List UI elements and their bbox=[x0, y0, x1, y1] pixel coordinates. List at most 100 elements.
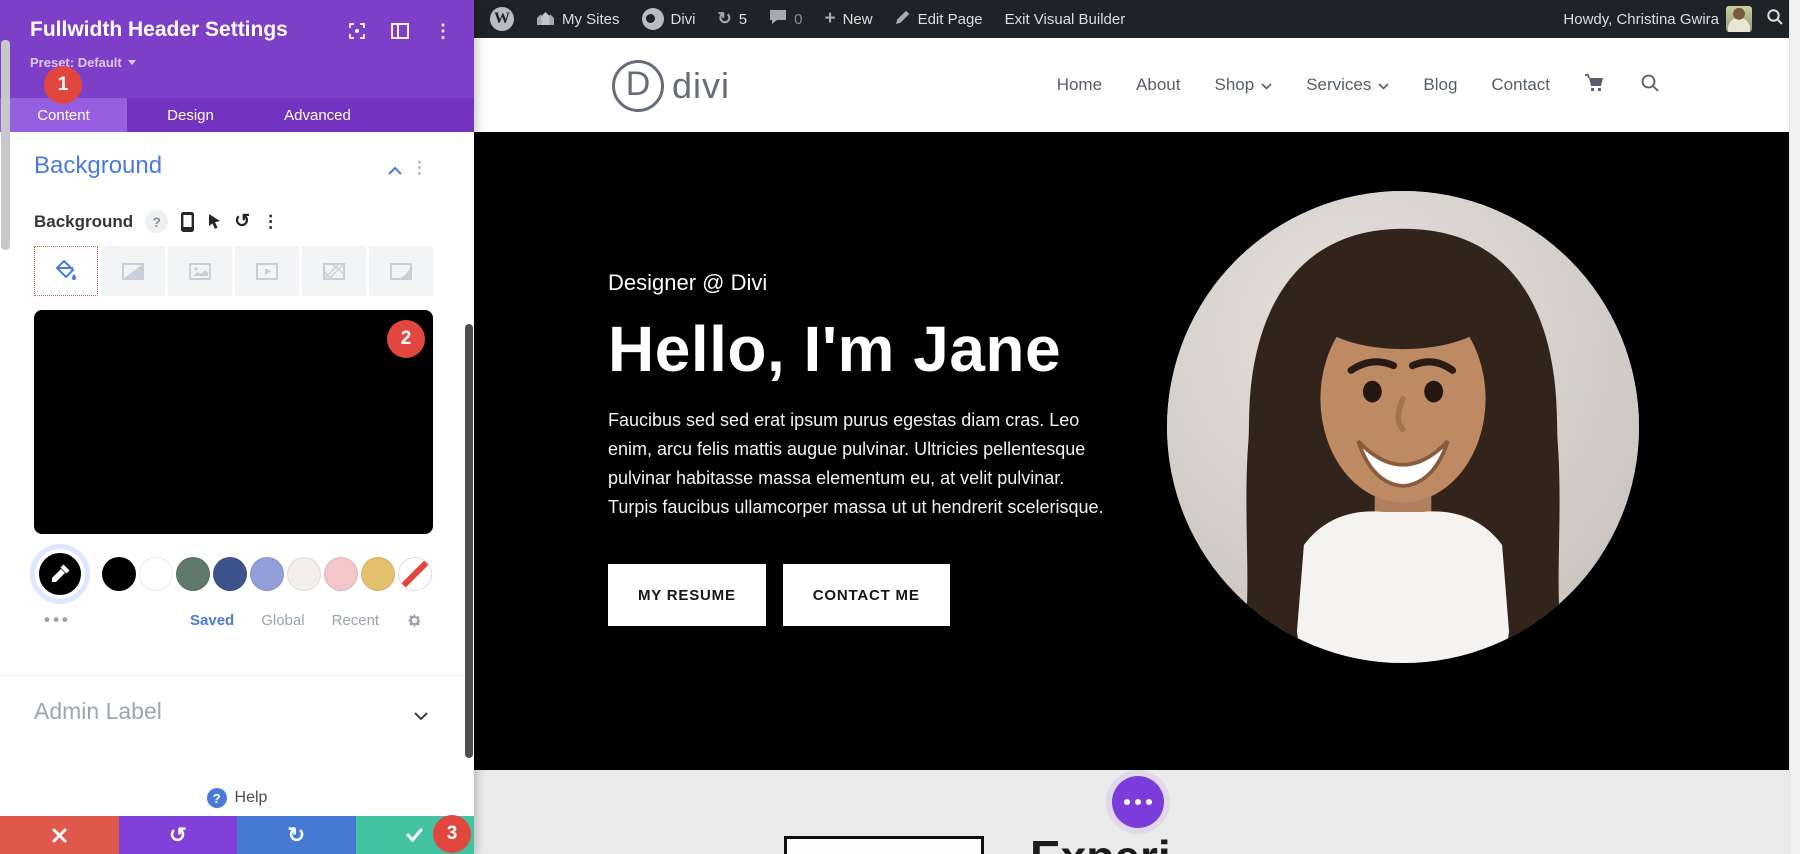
collapse-section-icon[interactable] bbox=[388, 162, 402, 180]
field-help-icon[interactable]: ? bbox=[145, 210, 169, 233]
panel-tabs: Content Design Advanced bbox=[0, 98, 474, 132]
undo-button[interactable]: ↺ bbox=[118, 816, 237, 854]
preset-selector[interactable]: Preset: Default bbox=[30, 55, 136, 70]
cart-button[interactable] bbox=[1584, 73, 1606, 98]
reset-field-icon[interactable]: ↺ bbox=[234, 212, 250, 231]
nav-shop[interactable]: Shop bbox=[1214, 75, 1272, 95]
updates-count: 5 bbox=[738, 10, 748, 28]
my-sites-label: My Sites bbox=[562, 10, 620, 28]
hero-copy: Designer @ Divi Hello, I'm Jane Faucibus… bbox=[608, 270, 1113, 626]
admin-label-section-title[interactable]: Admin Label bbox=[34, 698, 162, 725]
cart-icon bbox=[1584, 73, 1606, 98]
responsive-phone-icon[interactable] bbox=[180, 211, 195, 233]
howdy-account-menu[interactable]: Howdy, Christina Gwira bbox=[1563, 6, 1752, 32]
nav-home[interactable]: Home bbox=[1057, 75, 1102, 95]
discard-button[interactable] bbox=[0, 816, 119, 854]
contact-me-button[interactable]: CONTACT ME bbox=[782, 564, 950, 626]
tab-design[interactable]: Design bbox=[127, 98, 254, 132]
background-video-tab[interactable] bbox=[235, 246, 299, 296]
nav-blog-label: Blog bbox=[1423, 75, 1458, 94]
avatar bbox=[1726, 6, 1752, 32]
new-content-menu[interactable]: + New bbox=[824, 8, 872, 30]
wp-logo-menu[interactable]: W bbox=[490, 7, 514, 31]
next-section-button-outline[interactable] bbox=[784, 836, 984, 854]
my-sites-icon bbox=[536, 9, 555, 30]
nav-shop-label: Shop bbox=[1214, 75, 1255, 94]
section-options-icon[interactable]: ⋮ bbox=[411, 158, 428, 178]
section-divider bbox=[0, 675, 474, 676]
swatch-green[interactable] bbox=[176, 557, 210, 591]
hover-cursor-icon[interactable] bbox=[207, 213, 222, 230]
background-type-tabs bbox=[34, 246, 433, 296]
eyedropper-button[interactable] bbox=[35, 549, 85, 599]
site-search-button[interactable] bbox=[1640, 73, 1660, 98]
ellipsis-icon bbox=[1146, 799, 1152, 805]
swatch-gold[interactable] bbox=[361, 557, 395, 591]
page-scrollbar-thumb[interactable] bbox=[1, 40, 10, 250]
expand-modal-icon[interactable] bbox=[348, 22, 366, 40]
image-icon bbox=[189, 262, 211, 280]
help-link[interactable]: ? Help bbox=[0, 788, 474, 808]
swatch-none[interactable] bbox=[398, 557, 432, 591]
nav-about-label: About bbox=[1136, 75, 1181, 94]
palette-tab-saved[interactable]: Saved bbox=[190, 612, 234, 629]
my-resume-button[interactable]: MY RESUME bbox=[608, 564, 766, 626]
palette-tab-recent[interactable]: Recent bbox=[332, 612, 380, 629]
swatch-navy[interactable] bbox=[213, 557, 247, 591]
comments-menu[interactable]: 0 bbox=[769, 9, 802, 29]
preset-label: Preset: Default bbox=[30, 55, 122, 70]
hero-title: Hello, I'm Jane bbox=[608, 313, 1062, 385]
site-logo[interactable]: D divi bbox=[612, 60, 730, 112]
background-color-tab[interactable] bbox=[34, 246, 98, 296]
section-settings-button[interactable] bbox=[1112, 776, 1164, 828]
panel-title: Fullwidth Header Settings bbox=[30, 18, 288, 41]
eyedropper-icon bbox=[52, 564, 70, 582]
background-image-tab[interactable] bbox=[168, 246, 232, 296]
fullwidth-header-settings-panel: Fullwidth Header Settings Preset: Defaul… bbox=[0, 0, 474, 854]
expand-section-icon[interactable] bbox=[414, 708, 428, 726]
panel-menu-icon[interactable]: ⋮ bbox=[434, 22, 452, 40]
adminbar-search-button[interactable] bbox=[1766, 8, 1784, 30]
exit-visual-builder[interactable]: Exit Visual Builder bbox=[1005, 11, 1126, 28]
wp-admin-bar: W My Sites Divi ↻ 5 0 + New Edit Page Ex… bbox=[474, 0, 1800, 38]
edit-page-menu[interactable]: Edit Page bbox=[895, 9, 983, 29]
next-section: Experi bbox=[474, 770, 1800, 854]
field-options-icon[interactable]: ⋮ bbox=[262, 213, 279, 230]
updates-menu[interactable]: ↻ 5 bbox=[718, 9, 748, 29]
divi-label: Divi bbox=[670, 10, 696, 28]
help-icon: ? bbox=[206, 788, 227, 808]
swatch-black[interactable] bbox=[102, 557, 136, 591]
nav-contact[interactable]: Contact bbox=[1491, 75, 1550, 95]
swatch-periwinkle[interactable] bbox=[250, 557, 284, 591]
palette-tab-global[interactable]: Global bbox=[261, 612, 304, 629]
nav-services-label: Services bbox=[1306, 75, 1372, 94]
redo-button[interactable]: ↻ bbox=[237, 816, 356, 854]
divi-menu[interactable]: Divi bbox=[641, 8, 696, 30]
tab-advanced[interactable]: Advanced bbox=[254, 98, 381, 132]
snap-panel-icon[interactable] bbox=[391, 23, 409, 39]
my-sites-menu[interactable]: My Sites bbox=[536, 9, 620, 30]
more-swatches-button[interactable]: ••• bbox=[44, 610, 71, 630]
next-section-heading: Experi bbox=[1030, 830, 1171, 854]
swatch-pink[interactable] bbox=[324, 557, 358, 591]
background-mask-tab[interactable] bbox=[369, 246, 433, 296]
nav-blog[interactable]: Blog bbox=[1423, 75, 1457, 95]
logo-text: divi bbox=[672, 65, 731, 106]
background-pattern-tab[interactable] bbox=[302, 246, 366, 296]
panel-action-buttons: ↺ ↻ bbox=[0, 816, 474, 854]
nav-home-label: Home bbox=[1056, 75, 1103, 94]
swatch-white[interactable] bbox=[139, 557, 173, 591]
background-section-title[interactable]: Background bbox=[34, 152, 162, 180]
caret-down-icon bbox=[127, 60, 136, 65]
swatch-cream[interactable] bbox=[287, 557, 321, 591]
background-gradient-tab[interactable] bbox=[101, 246, 165, 296]
background-color-preview[interactable]: 2 bbox=[34, 310, 433, 534]
exit-visual-builder-label: Exit Visual Builder bbox=[1004, 10, 1126, 28]
panel-scrollbar[interactable] bbox=[465, 324, 473, 758]
nav-services[interactable]: Services bbox=[1306, 75, 1389, 95]
hero-section: Designer @ Divi Hello, I'm Jane Faucibus… bbox=[474, 132, 1800, 770]
palette-settings-button[interactable] bbox=[406, 612, 423, 629]
nav-about[interactable]: About bbox=[1136, 75, 1180, 95]
chevron-down-icon bbox=[1261, 75, 1272, 95]
screenshot-stage: W My Sites Divi ↻ 5 0 + New Edit Page Ex… bbox=[0, 0, 1800, 854]
